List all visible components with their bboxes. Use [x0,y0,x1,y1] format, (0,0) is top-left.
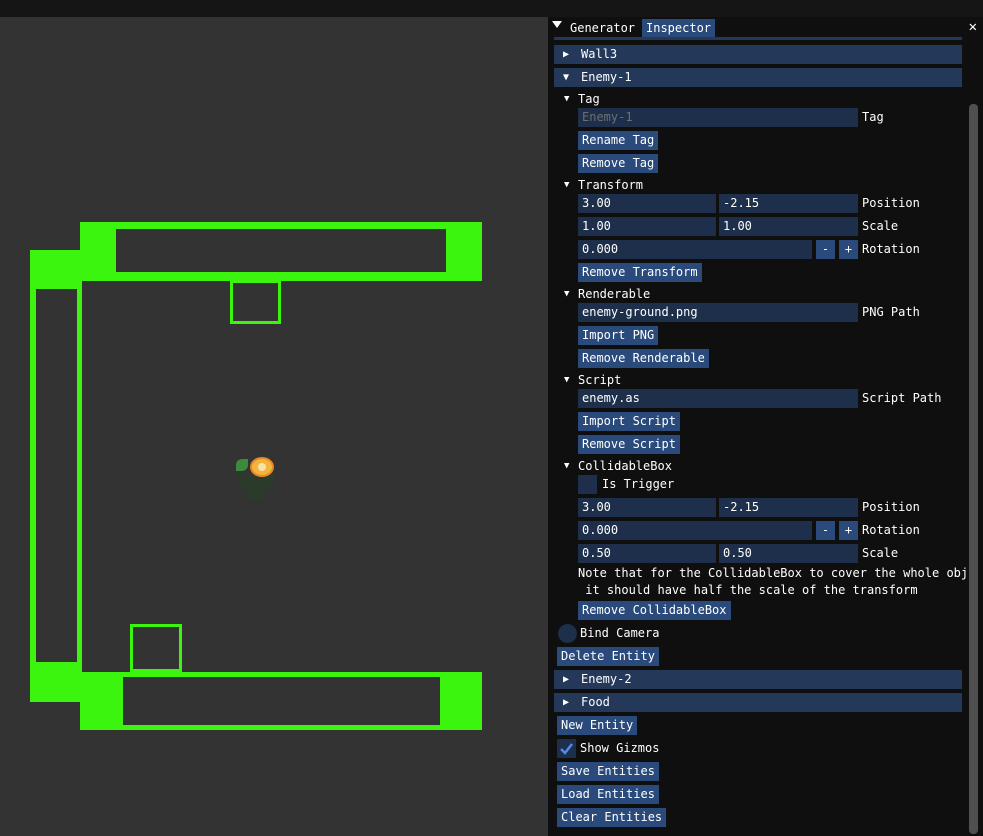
entity-label: Wall3 [581,47,618,61]
collidable-position-x[interactable]: 3.00 [578,498,716,517]
transform-rotation-input[interactable]: 0.000 [578,240,812,259]
panel-scrollbar[interactable] [969,104,978,834]
collapse-window-icon[interactable] [552,21,562,28]
collidable-position-label: Position [862,500,920,514]
clear-entities-button[interactable]: Clear Entities [557,808,667,827]
expanded-arrow-icon: ▼ [564,289,570,299]
expanded-arrow-icon: ▼ [564,180,570,190]
section-title: Transform [578,178,644,192]
top-menu-bar [0,0,983,17]
scale-label: Scale [862,219,899,233]
load-entities-button[interactable]: Load Entities [557,785,659,804]
transform-position-x[interactable]: 3.00 [578,194,716,213]
tab-inspector[interactable]: Inspector [642,19,716,37]
section-title: Renderable [578,287,651,301]
section-title: Script [578,373,622,387]
entity-header-enemy-2[interactable]: ▶ Enemy-2 [554,670,962,689]
rotation-label: Rotation [862,242,920,256]
left-wall-inner [36,289,77,662]
collapsed-arrow-icon: ▶ [563,674,570,685]
import-script-button[interactable]: Import Script [578,412,680,431]
script-path-input[interactable]: enemy.as [578,389,858,408]
collidable-position-y[interactable]: -2.15 [719,498,858,517]
rename-tag-button[interactable]: Rename Tag [578,131,659,150]
remove-transform-button[interactable]: Remove Transform [578,263,702,282]
position-label: Position [862,196,920,210]
transform-scale-x[interactable]: 1.00 [578,217,716,236]
delete-entity-button[interactable]: Delete Entity [557,647,659,666]
remove-collidablebox-button[interactable]: Remove CollidableBox [578,601,731,620]
remove-tag-button[interactable]: Remove Tag [578,154,659,173]
is-trigger-label: Is Trigger [602,477,675,491]
section-title: CollidableBox [578,459,672,473]
entity-label: Food [581,695,610,709]
collidable-scale-label: Scale [862,546,899,560]
show-gizmos-checkbox[interactable] [557,739,576,758]
tab-generator[interactable]: Generator [566,19,639,37]
collidable-rotation-label: Rotation [862,523,920,537]
script-path-label: Script Path [862,391,942,405]
tab-bar: Generator Inspector ✕ [548,17,983,37]
is-trigger-checkbox[interactable] [578,475,597,494]
entity-header-enemy-1[interactable]: ▼ Enemy-1 [554,68,962,87]
png-path-input[interactable]: enemy-ground.png [578,303,858,322]
entity-header-wall3[interactable]: ▶ Wall3 [554,45,962,64]
collidable-scale-x[interactable]: 0.50 [578,544,716,563]
rotation-decrement-button[interactable]: - [816,240,835,259]
import-png-button[interactable]: Import PNG [578,326,659,345]
bottom-box-gizmo [130,624,182,672]
scene-viewport[interactable] [0,17,548,836]
checkmark-icon [560,743,573,755]
transform-position-y[interactable]: -2.15 [719,194,858,213]
collidable-rotation-increment-button[interactable]: + [839,521,858,540]
collapsed-arrow-icon: ▶ [563,49,570,60]
entity-header-food[interactable]: ▶ Food [554,693,962,712]
entity-label: Enemy-1 [581,70,632,84]
transform-scale-y[interactable]: 1.00 [719,217,858,236]
tag-input[interactable]: Enemy-1 [578,108,858,127]
expanded-arrow-icon: ▼ [564,375,570,385]
top-wall-inner [116,229,446,272]
expanded-arrow-icon: ▼ [563,72,570,83]
collidable-note-line-1: Note that for the CollidableBox to cover… [578,566,966,580]
collidable-rotation-input[interactable]: 0.000 [578,521,812,540]
show-gizmos-label: Show Gizmos [580,741,660,755]
collidable-scale-y[interactable]: 0.50 [719,544,858,563]
collidable-rotation-decrement-button[interactable]: - [816,521,835,540]
clipped-header [554,37,962,40]
png-path-label: PNG Path [862,305,920,319]
tag-label: Tag [862,110,884,124]
new-entity-button[interactable]: New Entity [557,716,638,735]
expanded-arrow-icon: ▼ [564,94,570,104]
collidable-note-line-2: it should have half the scale of the tra… [578,583,918,597]
save-entities-button[interactable]: Save Entities [557,762,659,781]
enemy-sprite[interactable] [232,453,280,501]
bind-camera-label: Bind Camera [580,626,660,640]
remove-renderable-button[interactable]: Remove Renderable [578,349,709,368]
close-icon[interactable]: ✕ [969,18,977,36]
top-box-gizmo [230,280,281,324]
entity-label: Enemy-2 [581,672,632,686]
expanded-arrow-icon: ▼ [564,461,570,471]
section-title: Tag [578,92,600,106]
bind-camera-radio[interactable] [558,624,577,643]
bottom-wall-inner [123,677,440,725]
rotation-increment-button[interactable]: + [839,240,858,259]
collapsed-arrow-icon: ▶ [563,697,570,708]
remove-script-button[interactable]: Remove Script [578,435,680,454]
inspector-panel: Generator Inspector ✕ ▶ Wall3 ▼ Enemy-1 … [548,17,983,836]
